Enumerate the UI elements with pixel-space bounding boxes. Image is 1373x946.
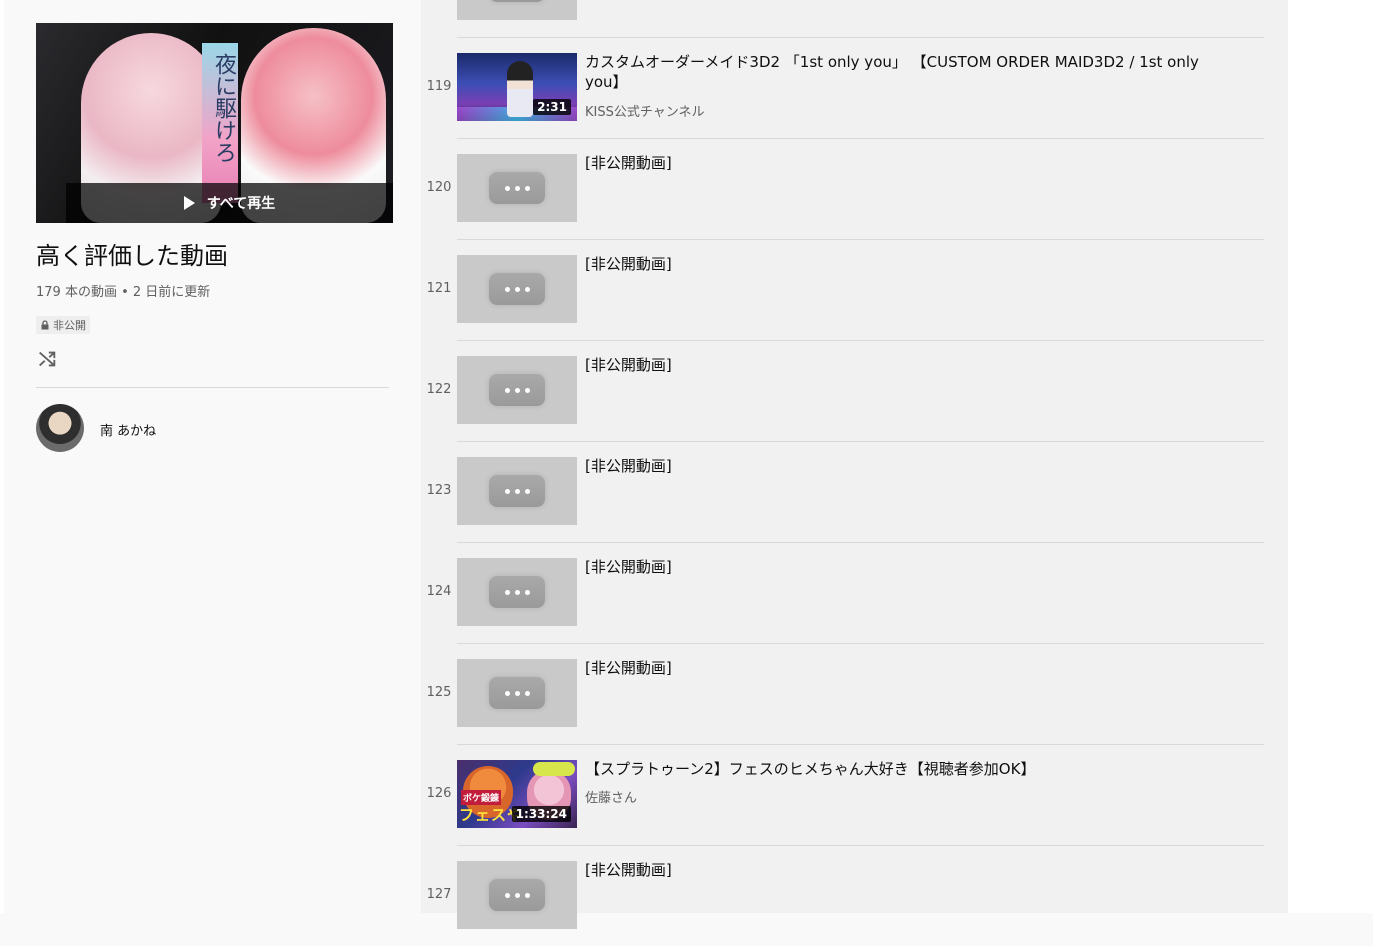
list-item[interactable]: 121 [非公開動画] bbox=[421, 239, 1264, 340]
shuffle-icon[interactable] bbox=[36, 348, 58, 370]
video-index: 119 bbox=[426, 79, 452, 94]
avatar[interactable] bbox=[36, 404, 84, 452]
list-item[interactable]: 120 [非公開動画] bbox=[421, 138, 1264, 239]
list-item[interactable]: 124 [非公開動画] bbox=[421, 542, 1264, 643]
video-title[interactable]: [非公開動画] bbox=[585, 557, 1205, 577]
private-thumbnail[interactable] bbox=[457, 154, 577, 222]
play-all-button[interactable]: すべて再生 bbox=[66, 183, 393, 223]
video-index: 123 bbox=[426, 483, 452, 498]
video-channel[interactable]: 佐藤さん bbox=[585, 787, 637, 806]
thumbnail-tag: ボケ鍛錬 bbox=[461, 790, 502, 805]
row-divider bbox=[457, 340, 1264, 341]
row-divider bbox=[457, 744, 1264, 745]
row-divider bbox=[457, 542, 1264, 543]
video-index: 125 bbox=[426, 685, 452, 700]
private-thumbnail[interactable] bbox=[457, 255, 577, 323]
video-title[interactable]: カスタムオーダーメイド3D2 「1st only you」 【CUSTOM OR… bbox=[585, 52, 1205, 92]
more-dots-icon bbox=[489, 576, 545, 608]
list-item[interactable]: 123 [非公開動画] bbox=[421, 441, 1264, 542]
playlist-video-list: 119 2:31 カスタムオーダーメイド3D2 「1st only you」 【… bbox=[421, 0, 1288, 929]
list-item[interactable]: 126 ボケ鍛錬 フェスや 1:33:24 【スプラトゥーン2】フェスのヒメちゃ… bbox=[421, 744, 1264, 845]
video-title[interactable]: [非公開動画] bbox=[585, 860, 1205, 880]
row-divider bbox=[457, 37, 1264, 38]
list-item[interactable] bbox=[421, 0, 1264, 37]
more-dots-icon bbox=[489, 172, 545, 204]
privacy-label: 非公開 bbox=[53, 319, 86, 332]
playlist-hero-thumbnail[interactable]: 夜に駆けろ すべて再生 bbox=[36, 23, 393, 223]
more-dots-icon bbox=[489, 273, 545, 305]
lock-icon bbox=[41, 320, 49, 330]
more-dots-icon bbox=[489, 0, 545, 2]
video-title[interactable]: [非公開動画] bbox=[585, 355, 1205, 375]
playlist-title: 高く評価した動画 bbox=[36, 242, 228, 270]
private-thumbnail[interactable] bbox=[457, 356, 577, 424]
video-title[interactable]: [非公開動画] bbox=[585, 456, 1205, 476]
play-icon bbox=[183, 196, 195, 210]
list-item[interactable]: 122 [非公開動画] bbox=[421, 340, 1264, 441]
video-duration: 1:33:24 bbox=[511, 806, 571, 822]
thumbnail-figure bbox=[507, 61, 533, 117]
video-index: 121 bbox=[426, 281, 452, 296]
playlist-sidebar: 夜に駆けろ すべて再生 高く評価した動画 179 本の動画 • 2 日前に更新 … bbox=[4, 0, 421, 913]
hero-title-text: 夜に駆けろ bbox=[211, 53, 236, 163]
video-index: 124 bbox=[426, 584, 452, 599]
video-title[interactable]: [非公開動画] bbox=[585, 153, 1205, 173]
row-divider bbox=[457, 138, 1264, 139]
video-duration: 2:31 bbox=[533, 99, 571, 115]
video-index: 126 bbox=[426, 786, 452, 801]
row-divider bbox=[457, 643, 1264, 644]
video-index: 120 bbox=[426, 180, 452, 195]
playlist-stats: 179 本の動画 • 2 日前に更新 bbox=[36, 285, 211, 300]
private-thumbnail[interactable] bbox=[457, 457, 577, 525]
more-dots-icon bbox=[489, 677, 545, 709]
private-thumbnail[interactable] bbox=[457, 861, 577, 929]
list-item[interactable]: 119 2:31 カスタムオーダーメイド3D2 「1st only you」 【… bbox=[421, 37, 1264, 138]
video-thumbnail[interactable]: ボケ鍛錬 フェスや 1:33:24 bbox=[457, 760, 577, 828]
privacy-badge: 非公開 bbox=[36, 316, 90, 334]
private-thumbnail[interactable] bbox=[457, 558, 577, 626]
list-item[interactable]: 127 [非公開動画] bbox=[421, 845, 1264, 946]
row-divider bbox=[457, 239, 1264, 240]
video-thumbnail[interactable]: 2:31 bbox=[457, 53, 577, 121]
private-thumbnail[interactable] bbox=[457, 659, 577, 727]
video-index: 127 bbox=[426, 887, 452, 902]
right-gutter bbox=[1288, 0, 1373, 913]
more-dots-icon bbox=[489, 475, 545, 507]
row-divider bbox=[457, 845, 1264, 846]
sidebar-divider bbox=[36, 387, 389, 388]
video-index: 122 bbox=[426, 382, 452, 397]
more-dots-icon bbox=[489, 879, 545, 911]
play-all-label: すべて再生 bbox=[206, 196, 276, 212]
private-thumbnail[interactable] bbox=[457, 0, 577, 20]
owner-name[interactable]: 南 あかね bbox=[100, 420, 156, 439]
list-item[interactable]: 125 [非公開動画] bbox=[421, 643, 1264, 744]
thumbnail-logo bbox=[533, 762, 575, 776]
video-channel[interactable]: KISS公式チャンネル bbox=[585, 101, 704, 120]
video-title[interactable]: [非公開動画] bbox=[585, 658, 1205, 678]
more-dots-icon bbox=[489, 374, 545, 406]
row-divider bbox=[457, 441, 1264, 442]
video-title[interactable]: [非公開動画] bbox=[585, 254, 1205, 274]
video-title[interactable]: 【スプラトゥーン2】フェスのヒメちゃん大好き【視聴者参加OK】 bbox=[585, 759, 1205, 779]
